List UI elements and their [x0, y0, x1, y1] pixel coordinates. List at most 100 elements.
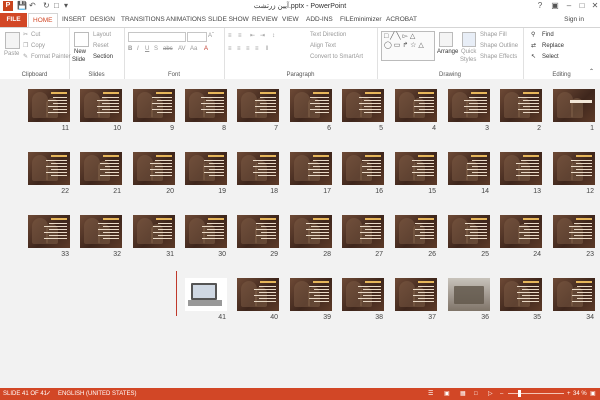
fit-to-window-icon[interactable]: ▣ [590, 388, 596, 400]
new-slide-button-label[interactable]: Slide [72, 56, 85, 64]
tab-design[interactable]: DESIGN [90, 15, 115, 25]
arrange-icon[interactable] [439, 32, 453, 47]
language-indicator[interactable]: ENGLISH (UNITED STATES) [58, 388, 136, 400]
slide-thumbnail[interactable] [448, 89, 490, 122]
slide-thumbnail[interactable] [28, 215, 70, 248]
zoom-out-icon[interactable]: – [500, 388, 503, 400]
slide-thumbnail[interactable] [185, 89, 227, 122]
change-case-icon[interactable]: Aa [190, 45, 197, 53]
slide-thumbnail[interactable] [185, 152, 227, 185]
tab-slide-show[interactable]: SLIDE SHOW [208, 15, 249, 25]
slide-thumbnail[interactable] [80, 89, 122, 122]
spacing-icon[interactable]: AV [178, 45, 186, 53]
font-size-input[interactable] [187, 32, 207, 42]
tab-file[interactable]: FILE [0, 13, 27, 27]
slide-thumbnail[interactable] [185, 278, 227, 311]
zoom-slider[interactable] [508, 390, 564, 397]
copy-icon[interactable]: ❐ [23, 42, 28, 50]
slide-thumbnail[interactable] [342, 152, 384, 185]
slide-thumbnail[interactable] [395, 215, 437, 248]
slide-thumbnail[interactable] [133, 89, 175, 122]
quick-styles-icon[interactable] [462, 32, 476, 47]
slide-thumbnail[interactable] [237, 89, 279, 122]
slide-thumbnail[interactable] [80, 152, 122, 185]
paste-icon[interactable] [5, 32, 20, 49]
slide-thumbnail[interactable] [553, 152, 595, 185]
normal-view-icon[interactable]: ▣ [444, 388, 450, 400]
arrange-button[interactable]: Arrange [437, 48, 458, 56]
slide-thumbnail[interactable] [500, 152, 542, 185]
slide-thumbnail[interactable] [395, 89, 437, 122]
minimize-icon[interactable]: – [562, 0, 576, 12]
font-name-input[interactable] [128, 32, 186, 42]
slide-sorter-view-icon[interactable]: ▦ [460, 388, 466, 400]
slide-thumbnail[interactable] [500, 278, 542, 311]
strikethrough-icon[interactable]: abc [163, 45, 173, 53]
sign-in-link[interactable]: Sign in [564, 16, 584, 23]
numbering-icon[interactable]: ≡ [238, 32, 242, 40]
slide-thumbnail[interactable] [553, 89, 595, 122]
slide-thumbnail[interactable] [395, 152, 437, 185]
slide-thumbnail[interactable] [448, 215, 490, 248]
ribbon-display-icon[interactable]: ▣ [548, 0, 562, 12]
copy-button[interactable]: Copy [31, 42, 45, 50]
slide-thumbnail[interactable] [28, 89, 70, 122]
tab-fileminimizer[interactable]: FILEminimizer [340, 15, 382, 25]
spelling-icon[interactable]: ✓ [46, 388, 51, 400]
quick-styles-button[interactable]: Quick [461, 48, 476, 56]
slide-thumbnail[interactable] [342, 278, 384, 311]
cut-button[interactable]: Cut [31, 31, 40, 39]
align-left-icon[interactable]: ≡ [228, 45, 232, 53]
grow-font-icon[interactable]: Aˆ [208, 32, 214, 40]
underline-icon[interactable]: U [145, 45, 149, 53]
slide-thumbnail[interactable] [500, 89, 542, 122]
slide-thumbnail[interactable] [500, 215, 542, 248]
slide-thumbnail[interactable] [237, 152, 279, 185]
italic-icon[interactable]: I [137, 45, 139, 53]
slide-thumbnail[interactable] [80, 215, 122, 248]
find-icon[interactable]: ⚲ [531, 31, 535, 39]
select-button[interactable]: Select [542, 53, 559, 61]
slide-thumbnail[interactable] [553, 278, 595, 311]
slide-thumbnail[interactable] [133, 215, 175, 248]
format-painter-icon[interactable]: ✎ [23, 53, 28, 61]
section-button[interactable]: Section [93, 53, 113, 61]
slide-thumbnail[interactable] [290, 89, 332, 122]
collapse-ribbon-icon[interactable]: ⌃ [589, 68, 594, 76]
increase-indent-icon[interactable]: ⇥ [260, 32, 265, 40]
align-right-icon[interactable]: ≡ [246, 45, 250, 53]
notes-icon[interactable]: ☰ [428, 388, 433, 400]
slide-thumbnail[interactable] [342, 215, 384, 248]
maximize-icon[interactable]: □ [575, 0, 589, 12]
replace-button[interactable]: Replace [542, 42, 564, 50]
slide-thumbnail[interactable] [237, 215, 279, 248]
bold-icon[interactable]: B [128, 45, 132, 53]
slide-thumbnail[interactable] [133, 152, 175, 185]
shadow-icon[interactable]: S [154, 45, 158, 53]
select-icon[interactable]: ↖ [531, 53, 536, 61]
slide-thumbnail[interactable] [28, 152, 70, 185]
slide-thumbnail[interactable] [448, 278, 490, 311]
font-color-icon[interactable]: A [204, 45, 208, 53]
slide-thumbnail[interactable] [342, 89, 384, 122]
shape-outline-button[interactable]: Shape Outline [480, 42, 518, 50]
text-direction-button[interactable]: Text Direction [310, 31, 346, 39]
align-center-icon[interactable]: ≡ [237, 45, 241, 53]
tab-add-ins[interactable]: ADD-INS [306, 15, 333, 25]
close-icon[interactable]: ✕ [588, 0, 600, 12]
zoom-slider-thumb[interactable] [518, 390, 521, 397]
new-slide-button[interactable]: New [74, 48, 86, 56]
paste-button[interactable]: Paste [4, 50, 19, 58]
cut-icon[interactable]: ✂ [23, 31, 28, 39]
slide-thumbnail[interactable] [290, 278, 332, 311]
replace-icon[interactable]: ⇄ [531, 42, 536, 50]
tab-transitions[interactable]: TRANSITIONS [121, 15, 165, 25]
shape-effects-button[interactable]: Shape Effects [480, 53, 517, 61]
slideshow-view-icon[interactable]: ▷ [488, 388, 493, 400]
tab-review[interactable]: REVIEW [252, 15, 278, 25]
slide-thumbnail[interactable] [395, 278, 437, 311]
convert-smartart-button[interactable]: Convert to SmartArt [310, 53, 363, 61]
tab-insert[interactable]: INSERT [62, 15, 86, 25]
reset-button[interactable]: Reset [93, 42, 109, 50]
columns-icon[interactable]: ‖ [266, 45, 268, 53]
